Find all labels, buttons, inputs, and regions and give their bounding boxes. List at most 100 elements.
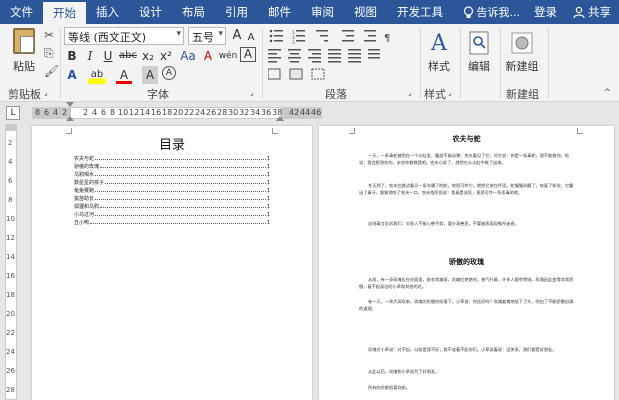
char-border-button[interactable]: A (240, 47, 256, 62)
ruler-number: 30 (228, 108, 239, 117)
share-label: 共享 (588, 5, 611, 19)
right-indent-marker[interactable] (276, 116, 284, 121)
toc-title: 目录 (158, 138, 185, 153)
ruler-number: 22 (184, 108, 195, 117)
tab-view[interactable]: 视图 (344, 0, 387, 24)
ruler-number: 6 (8, 177, 13, 185)
ruler-number: 4 (8, 158, 13, 166)
group-label-new-group: 新建组 (506, 88, 539, 101)
group-label-font: 字体 (147, 88, 169, 101)
new-group-label: 新建组 (505, 60, 539, 73)
font-color-button[interactable]: A (116, 66, 132, 84)
document-page-content[interactable]: 农夫与蛇 一天，一条毒蛇被困在一个水缸里，腹部不能动弹，农夫看见了它，对它说：你… (319, 126, 614, 400)
tell-me-box[interactable]: 告诉我... (457, 0, 527, 24)
tab-review[interactable]: 审阅 (301, 0, 344, 24)
lightbulb-icon (463, 5, 473, 18)
ruler-number: 36 (261, 108, 272, 117)
tab-layout[interactable]: 布局 (172, 0, 215, 24)
tab-developer[interactable]: 开发工具 (387, 0, 453, 24)
group-label-styles: 样式 (424, 88, 446, 101)
copy-icon[interactable]: ⎘ (44, 46, 54, 61)
underline-button[interactable]: U (100, 47, 116, 65)
story-heading: 骄傲的玫瑰 (449, 258, 484, 266)
ruler-number: 8 (35, 108, 41, 117)
chevron-down-icon: ▾ (176, 29, 181, 39)
ruler-number: 6 (44, 108, 50, 117)
editing-button[interactable]: 编辑 (464, 28, 494, 74)
ruler-number: 4 (53, 108, 59, 117)
tab-insert[interactable]: 插入 (86, 0, 129, 24)
chevron-down-icon: ▾ (218, 29, 223, 39)
ruler-number: 12 (129, 108, 140, 117)
paragraph-controls[interactable]: 1 2 3 ¶ (268, 27, 418, 83)
ruler-number: 32 (239, 108, 250, 117)
hanging-indent-marker[interactable] (66, 116, 74, 121)
editing-label: 编辑 (468, 60, 490, 73)
font-size-select[interactable]: 五号 ▾ (188, 27, 226, 45)
ribbon: 粘贴 ✂ ⎘ 🖌 等线 (西文正文) ▾ 五号 ▾ A A B I U abc … (0, 24, 619, 102)
tab-file[interactable]: 文件 (0, 0, 43, 24)
group-label-clipboard: 剪贴板 (8, 88, 41, 101)
new-group-button[interactable]: 新建组 (504, 28, 540, 74)
grow-font-icon[interactable]: A (230, 27, 244, 45)
font-name-select[interactable]: 等线 (西文正文) ▾ (64, 27, 184, 45)
paragraph: 从此以后，玫瑰和小草成为了好朋友。 (368, 369, 440, 374)
first-line-indent-marker[interactable] (66, 102, 74, 107)
bold-button[interactable]: B (64, 47, 80, 65)
italic-button[interactable]: I (82, 47, 98, 65)
login-link[interactable]: 登录 (526, 0, 565, 24)
ruler-number: 2 (83, 108, 89, 117)
ruler-number: 14 (140, 108, 151, 117)
ruler-number: 44 (300, 108, 311, 117)
highlight-button[interactable]: ab (88, 66, 106, 84)
text-effects-button[interactable]: A (64, 66, 80, 84)
toc-entry-text: 丑小鸭 (74, 220, 90, 226)
ruler-row: L 8 6 4 2 2 4 6 8 10 12 14 16 18 20 22 2… (0, 102, 619, 124)
paragraph: 所有的花都很喜欢她。 (368, 385, 410, 390)
paragraph-launcher-icon[interactable]: ⌟ (408, 88, 412, 97)
tab-references[interactable]: 引用 (215, 0, 258, 24)
ruler-number: 12 (6, 234, 15, 242)
ruler-number: 14 (6, 253, 15, 261)
superscript-button[interactable]: x² (158, 47, 174, 65)
tab-design[interactable]: 设计 (129, 0, 172, 24)
document-page-toc[interactable]: 目录 农夫与蛇 1 骄傲的玫瑰 1 乌鸦喝水 1 数星星的孩子 1 龟兔赛跑 1 拔苗助长… (32, 126, 312, 400)
story-heading: 农夫与蛇 (452, 135, 481, 143)
vertical-ruler[interactable]: 2 4 6 8 10 12 14 16 18 20 22 24 26 28 (5, 124, 17, 400)
person-icon (573, 6, 585, 18)
ruler-number: 8 (8, 196, 13, 204)
clipboard-launcher-icon[interactable]: ⌟ (44, 88, 48, 97)
ruler-number: 26 (6, 367, 15, 375)
ruler-number: 10 (6, 215, 15, 223)
ruler-number: 28 (6, 386, 15, 394)
shrink-font-icon[interactable]: A (245, 29, 257, 47)
paste-button[interactable]: 粘贴 (6, 28, 42, 84)
format-painter-icon[interactable]: 🖌 (44, 64, 59, 78)
tab-selector[interactable]: L (6, 106, 20, 120)
paragraph: 这则寓言告诉我们：对恶人不能心慈手软，要分清善恶，不要被表面现象所迷惑。 (368, 221, 519, 226)
paragraph: 一天，一条毒蛇被困在一个水缸里，腹部不能动弹，农夫看见了它，对它说：你是一条毒蛇… (359, 153, 570, 166)
enclose-char-button[interactable]: A (162, 66, 176, 80)
char-shading-button[interactable]: A (142, 66, 158, 84)
styles-label: 样式 (428, 60, 450, 73)
toc-entry[interactable]: 丑小鸭 1 (74, 217, 270, 226)
strikethrough-button[interactable]: abc (118, 47, 138, 65)
ruler-number: 8 (110, 108, 116, 117)
cut-icon[interactable]: ✂ (44, 28, 54, 42)
svg-text:¶: ¶ (384, 33, 390, 44)
subscript-button[interactable]: x₂ (140, 47, 156, 65)
share-button[interactable]: 共享 (565, 0, 619, 24)
clear-format-button[interactable]: A (200, 47, 216, 65)
styles-launcher-icon[interactable]: ⌟ (448, 88, 452, 97)
ruler-number: 42 (289, 108, 300, 117)
ruler-number: 26 (206, 108, 217, 117)
ruler-number: 22 (6, 329, 15, 337)
tell-me-text: 告诉我... (476, 6, 521, 19)
phonetic-guide-button[interactable]: wén (218, 47, 238, 65)
font-launcher-icon[interactable]: ⌟ (250, 88, 254, 97)
tab-home[interactable]: 开始 (43, 2, 86, 24)
styles-button[interactable]: A 样式 (424, 28, 454, 74)
paragraph: 玫瑰对小草说：对不起，以前是我不好，我不该看不起你们。小草笑着说：没关系，我们都… (368, 347, 557, 352)
tab-mailings[interactable]: 邮件 (258, 0, 301, 24)
change-case-button[interactable]: Aa (180, 47, 196, 65)
